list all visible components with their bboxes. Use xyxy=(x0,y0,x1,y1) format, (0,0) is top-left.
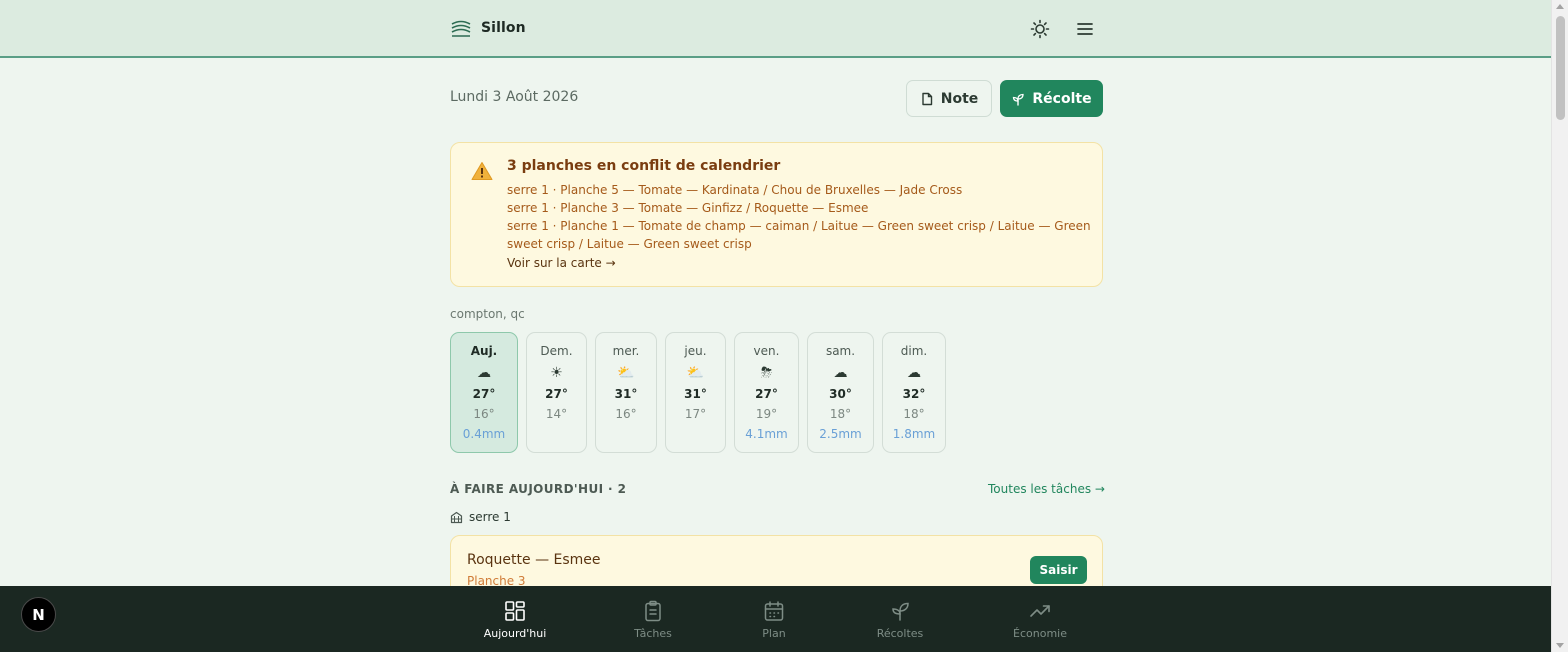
day-high-temp: 27° xyxy=(755,387,778,401)
saisir-button[interactable]: Saisir xyxy=(1030,556,1087,584)
day-label: Dem. xyxy=(540,344,573,358)
weather-location: compton, qc xyxy=(450,307,525,321)
menu-button[interactable] xyxy=(1072,16,1098,42)
n-badge-button[interactable]: N xyxy=(21,597,56,632)
scroll-down-arrow-icon[interactable] xyxy=(1556,643,1564,648)
conflict-alert: 3 planches en conflit de calendrier serr… xyxy=(450,142,1103,287)
weather-day-card[interactable]: Auj. ☁ 27° 16° 0.4mm xyxy=(450,332,518,453)
current-date: Lundi 3 Août 2026 xyxy=(450,89,579,105)
hamburger-menu-icon xyxy=(1077,23,1093,35)
recolte-button[interactable]: Récolte xyxy=(1000,80,1103,117)
app-name: Sillon xyxy=(481,20,526,36)
dashboard-icon xyxy=(505,601,525,621)
scroll-thumb[interactable] xyxy=(1556,16,1565,120)
warning-icon xyxy=(471,162,493,180)
greenhouse-icon xyxy=(450,511,463,523)
day-low-temp: 19° xyxy=(755,407,778,421)
weather-day-card[interactable]: sam. ☁ 30° 18° 2.5mm xyxy=(807,332,874,453)
day-low-temp: 16° xyxy=(615,407,637,421)
weather-day-card[interactable]: Dem. ☀ 27° 14° xyxy=(526,332,587,453)
day-high-temp: 31° xyxy=(684,387,707,401)
note-button-label: Note xyxy=(940,90,979,107)
sprout-icon xyxy=(892,602,909,621)
nav-label: Aujourd'hui xyxy=(483,627,547,640)
nav-label: Plan xyxy=(762,627,786,640)
day-label: ven. xyxy=(753,344,780,358)
sillon-logo-icon xyxy=(451,20,471,37)
clipboard-icon xyxy=(645,600,661,622)
day-high-temp: 32° xyxy=(902,387,926,401)
nav-item-plan[interactable]: Plan xyxy=(756,586,792,652)
partly-cloudy-icon: ⛅ xyxy=(617,365,635,381)
nav-item-recoltes[interactable]: Récoltes xyxy=(875,586,925,652)
day-low-temp: 17° xyxy=(684,407,707,421)
day-low-temp: 16° xyxy=(473,407,495,421)
day-low-temp: 18° xyxy=(829,407,852,421)
day-label: Auj. xyxy=(470,344,498,358)
note-icon xyxy=(922,92,932,105)
day-label: jeu. xyxy=(684,344,707,358)
bottom-navigation: Aujourd'hui Tâches Plan Récoltes Économi… xyxy=(0,586,1551,652)
sun-icon xyxy=(1030,19,1050,39)
day-high-temp: 27° xyxy=(472,387,496,401)
day-label: dim. xyxy=(900,344,928,358)
day-rain: 2.5mm xyxy=(819,427,862,441)
nav-label: Tâches xyxy=(634,627,672,640)
scroll-up-arrow-icon[interactable] xyxy=(1556,4,1564,9)
weather-day-card[interactable]: mer. ⛅ 31° 16° xyxy=(595,332,657,453)
day-rain: 1.8mm xyxy=(892,427,936,441)
day-high-temp: 31° xyxy=(614,387,638,401)
alert-line: serre 1 · Planche 1 — Tomate de champ — … xyxy=(507,219,1091,251)
day-label: sam. xyxy=(825,344,856,358)
alert-line: serre 1 · Planche 3 — Tomate — Ginfizz /… xyxy=(507,201,869,215)
day-low-temp: 18° xyxy=(903,407,925,421)
nav-item-economie[interactable]: Économie xyxy=(1012,586,1068,652)
day-label: mer. xyxy=(612,344,640,358)
theme-toggle-button[interactable] xyxy=(1027,16,1053,42)
day-rain: 4.1mm xyxy=(745,427,788,441)
nav-label: Économie xyxy=(1013,627,1067,640)
task-group-label: serre 1 xyxy=(469,510,511,524)
view-on-map-link[interactable]: Voir sur la carte → xyxy=(507,256,616,270)
sun-icon: ☀ xyxy=(550,365,563,381)
calendar-icon xyxy=(764,601,784,621)
day-rain: 0.4mm xyxy=(462,427,506,441)
trend-icon xyxy=(1030,605,1050,617)
tasks-section-title: À FAIRE AUJOURD'HUI · 2 xyxy=(450,482,627,496)
note-button[interactable]: Note xyxy=(906,80,992,117)
page-scrollbar[interactable] xyxy=(1551,0,1568,652)
weather-day-card[interactable]: dim. ☁ 32° 18° 1.8mm xyxy=(882,332,946,453)
weather-day-card[interactable]: jeu. ⛅ 31° 17° xyxy=(665,332,726,453)
alert-line: serre 1 · Planche 5 — Tomate — Kardinata… xyxy=(507,183,963,197)
top-bar: Sillon xyxy=(0,0,1551,58)
thunderstorm-icon: ⛈ xyxy=(760,365,773,381)
alert-title: 3 planches en conflit de calendrier xyxy=(507,158,781,174)
nav-label: Récoltes xyxy=(876,627,924,640)
brand[interactable]: Sillon xyxy=(450,17,526,39)
all-tasks-link[interactable]: Toutes les tâches → xyxy=(988,482,1105,496)
day-high-temp: 27° xyxy=(545,387,568,401)
nav-item-aujourdhui[interactable]: Aujourd'hui xyxy=(484,586,546,652)
task-title: Roquette — Esmee xyxy=(467,552,601,568)
cloud-rain-icon: ☁ xyxy=(907,365,921,381)
nav-item-taches[interactable]: Tâches xyxy=(630,586,676,652)
alert-lines: serre 1 · Planche 5 — Tomate — Kardinata… xyxy=(507,181,1092,253)
day-high-temp: 30° xyxy=(829,387,852,401)
day-low-temp: 14° xyxy=(545,407,568,421)
partly-cloudy-icon: ⛅ xyxy=(686,365,705,381)
cloud-rain-icon: ☁ xyxy=(477,365,491,381)
cloud-rain-icon: ☁ xyxy=(833,365,848,381)
task-group-header: serre 1 xyxy=(450,510,511,524)
sprout-icon xyxy=(1013,93,1025,106)
recolte-button-label: Récolte xyxy=(1032,90,1092,107)
weather-day-card[interactable]: ven. ⛈ 27° 19° 4.1mm xyxy=(734,332,799,453)
